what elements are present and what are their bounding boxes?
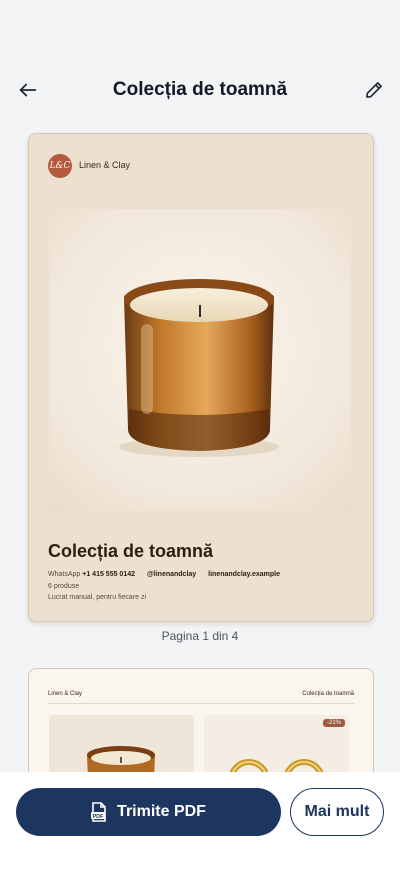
page2-title: Colecția de toamnă [302,691,354,697]
brand-logo: L&C [48,154,72,178]
whatsapp-number: +1 415 555 0142 [82,571,135,578]
brand-name: Linen & Clay [79,160,131,170]
bottom-action-bar: PDF Trimite PDF Mai mult [0,772,400,870]
send-pdf-button[interactable]: PDF Trimite PDF [16,788,281,836]
tagline: Lucrat manual, pentru fiecare zi [48,594,147,601]
send-pdf-label: Trimite PDF [117,803,206,820]
divider [48,703,354,704]
contact-line: WhatsApp +1 415 555 0142 @linenandclay l… [48,571,280,578]
product-count: 6 produse [48,583,80,590]
page-indicator: Pagina 1 din 4 [161,629,239,643]
pdf-page-preview-1[interactable]: L&C Linen & Clay Colecția de toamnă What… [28,133,374,622]
svg-text:PDF: PDF [93,814,105,820]
pencil-icon [366,82,382,98]
more-button[interactable]: Mai mult [290,788,384,836]
page2-brand: Linen & Clay [48,691,83,697]
back-button[interactable] [14,76,42,104]
product-photo-candle [49,209,351,511]
pdf-file-icon: PDF [91,802,106,822]
instagram-handle: @linenandclay [146,571,197,578]
website: linenandclay.example [208,571,280,578]
arrow-left-icon [19,83,37,97]
whatsapp-label: WhatsApp [48,571,81,578]
collection-title: Colecția de toamnă [48,541,214,561]
discount-badge: -21% [322,719,345,727]
edit-button[interactable] [360,76,388,104]
screen-title: Colecția de toamnă [112,79,288,100]
top-bar: Colecția de toamnă [0,62,400,118]
